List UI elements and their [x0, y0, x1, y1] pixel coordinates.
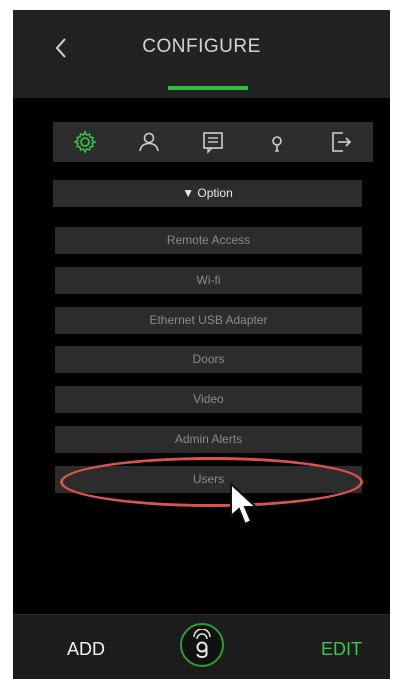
tab-users[interactable]	[133, 126, 165, 158]
add-button[interactable]: ADD	[67, 639, 105, 660]
user-icon	[139, 132, 159, 152]
menu-item-wifi[interactable]: Wi-fi	[55, 267, 362, 294]
page-title: CONFIGURE	[142, 36, 261, 57]
menu-item-video[interactable]: Video	[55, 386, 362, 413]
tab-lights[interactable]	[261, 126, 293, 158]
option-dropdown[interactable]: ▼ Option	[53, 180, 362, 207]
edit-button[interactable]: EDIT	[321, 639, 362, 660]
app-screen: CONFIGURE ▼ Option Remote Access Wi-fi E…	[13, 10, 390, 679]
menu-item-doors[interactable]: Doors	[55, 346, 362, 373]
tab-logout[interactable]	[325, 126, 357, 158]
tab-messages[interactable]	[197, 126, 229, 158]
menu-item-ethernet-usb-adapter[interactable]: Ethernet USB Adapter	[55, 307, 362, 334]
tab-settings[interactable]	[69, 126, 101, 158]
menu-item-users[interactable]: Users	[55, 466, 362, 493]
message-icon	[203, 132, 223, 154]
footer-bar: ADD EDIT	[13, 614, 390, 679]
logout-icon	[332, 132, 352, 152]
lightbulb-icon	[272, 136, 282, 152]
g-logo-icon[interactable]	[180, 623, 224, 667]
tab-bar	[53, 122, 373, 162]
menu-item-admin-alerts[interactable]: Admin Alerts	[55, 426, 362, 453]
title-underline	[168, 86, 248, 90]
g-logo-icon	[193, 629, 211, 658]
menu-item-remote-access[interactable]: Remote Access	[55, 227, 362, 254]
header: CONFIGURE	[13, 10, 390, 98]
gear-icon	[73, 130, 97, 154]
